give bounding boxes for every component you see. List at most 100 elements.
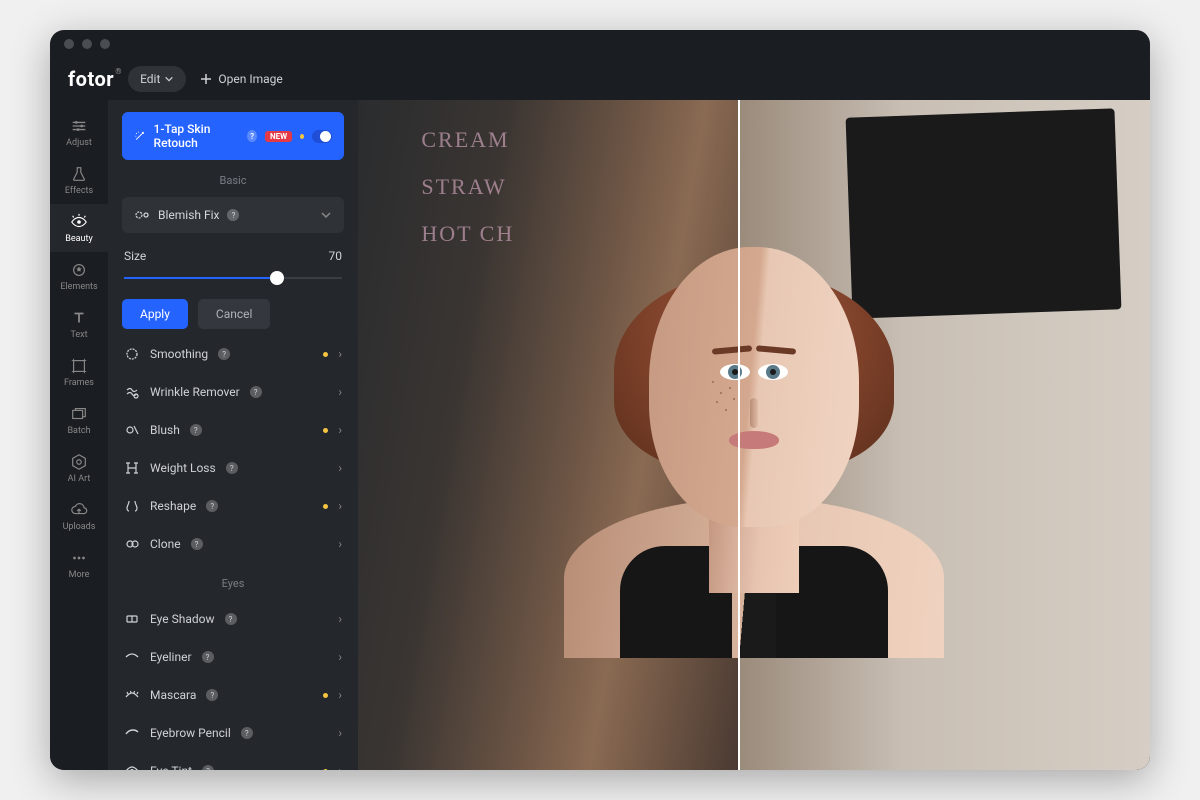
slider-fill [124,277,277,279]
tool-label: Blush [150,423,180,437]
status-dot [323,428,328,433]
chalk-text: CREAM [421,127,509,153]
sidebar-item-aiart[interactable]: AI Art [50,444,108,492]
window-close-icon[interactable] [64,39,74,49]
skin-retouch-toggle[interactable]: 1-Tap Skin Retouch ? NEW [122,112,344,160]
layers-icon [70,405,88,423]
size-row: Size 70 [124,249,342,263]
size-slider[interactable] [124,271,342,285]
help-icon[interactable]: ? [225,613,237,625]
chevron-down-icon [164,74,174,84]
chevron-right-icon: › [338,650,342,664]
tool-clone[interactable]: Clone?› [122,525,344,563]
sidebar-item-text[interactable]: Text [50,300,108,348]
help-icon[interactable]: ? [202,651,214,663]
photo-preview: CREAM STRAW HOT CH [358,100,1150,770]
tool-eyetint[interactable]: Eye Tint?› [122,752,344,770]
chevron-right-icon: › [338,612,342,626]
status-dot [323,504,328,509]
tool-weightloss[interactable]: Weight Loss?› [122,449,344,487]
tool-smoothing[interactable]: Smoothing? › [122,335,344,373]
chevron-down-icon [320,209,332,221]
cancel-button[interactable]: Cancel [198,299,271,329]
help-icon[interactable]: ? [227,209,239,221]
logo-text: fotor [68,67,114,91]
frame-icon [70,357,88,375]
chevron-right-icon: › [338,726,342,740]
sidebar-label: Text [70,330,87,340]
eyetint-icon [124,763,140,770]
help-icon[interactable]: ? [226,462,238,474]
sidebar-item-uploads[interactable]: Uploads [50,492,108,540]
sidebar-item-beauty[interactable]: Beauty [50,204,108,252]
slider-thumb[interactable] [270,271,284,285]
tool-eyeshadow[interactable]: Eye Shadow? › [122,600,344,638]
help-icon[interactable]: ? [218,348,230,360]
help-icon[interactable]: ? [247,130,257,142]
size-label: Size [124,249,146,263]
blemish-fix-row[interactable]: Blemish Fix ? [122,197,344,233]
sidebar-label: Effects [65,186,93,196]
topbar: fotor® Edit Open Image [50,58,1150,100]
tool-blush[interactable]: Blush? › [122,411,344,449]
sidebar: Adjust Effects Beauty Elements Text Fram… [50,100,108,770]
tool-reshape[interactable]: Reshape?› [122,487,344,525]
sidebar-label: Adjust [66,138,92,148]
reshape-icon [124,498,140,514]
body: Adjust Effects Beauty Elements Text Fram… [50,100,1150,770]
sidebar-item-frames[interactable]: Frames [50,348,108,396]
titlebar [50,30,1150,58]
before-after-divider[interactable] [738,100,740,770]
button-row: Apply Cancel [122,299,344,329]
flask-icon [70,165,88,183]
clone-icon [124,536,140,552]
more-icon [70,549,88,567]
blush-icon [124,422,140,438]
sliders-icon [70,117,88,135]
apply-button[interactable]: Apply [122,299,188,329]
text-icon [70,309,88,327]
help-icon[interactable]: ? [250,386,262,398]
sidebar-label: Elements [60,282,97,292]
tool-eyebrow[interactable]: Eyebrow Pencil?› [122,714,344,752]
app-window: fotor® Edit Open Image Adjust Effects Be… [50,30,1150,770]
status-dot [323,769,328,771]
chevron-right-icon: › [338,764,342,770]
sidebar-item-adjust[interactable]: Adjust [50,108,108,156]
tool-label: Clone [150,537,181,551]
tool-label: Smoothing [150,347,208,361]
help-icon[interactable]: ? [241,727,253,739]
sidebar-item-more[interactable]: More [50,540,108,588]
tool-wrinkle[interactable]: Wrinkle Remover?› [122,373,344,411]
tool-label: Eye Shadow [150,612,215,626]
help-icon[interactable]: ? [202,765,214,770]
tool-label: Eyeliner [150,650,192,664]
tool-eyeliner[interactable]: Eyeliner? › [122,638,344,676]
section-eyes-label: Eyes [122,577,344,590]
weightloss-icon [124,460,140,476]
help-icon[interactable]: ? [191,538,203,550]
toggle-switch[interactable] [312,130,332,143]
canvas[interactable]: CREAM STRAW HOT CH [358,100,1150,770]
blemish-icon [134,207,150,223]
sidebar-item-batch[interactable]: Batch [50,396,108,444]
window-minimize-icon[interactable] [82,39,92,49]
sidebar-item-elements[interactable]: Elements [50,252,108,300]
chevron-right-icon: › [338,423,342,437]
open-image-label: Open Image [218,72,282,86]
edit-dropdown[interactable]: Edit [128,66,186,92]
help-icon[interactable]: ? [190,424,202,436]
sidebar-label: Beauty [65,234,92,244]
tool-label: Wrinkle Remover [150,385,240,399]
mascara-icon [124,687,140,703]
magic-wand-icon [134,129,146,143]
window-maximize-icon[interactable] [100,39,110,49]
open-image-button[interactable]: Open Image [200,72,282,86]
sidebar-item-effects[interactable]: Effects [50,156,108,204]
help-icon[interactable]: ? [206,500,218,512]
help-icon[interactable]: ? [206,689,218,701]
chevron-right-icon: › [338,347,342,361]
tool-label: Weight Loss [150,461,216,475]
tool-mascara[interactable]: Mascara?› [122,676,344,714]
chalk-text: STRAW [421,174,506,200]
